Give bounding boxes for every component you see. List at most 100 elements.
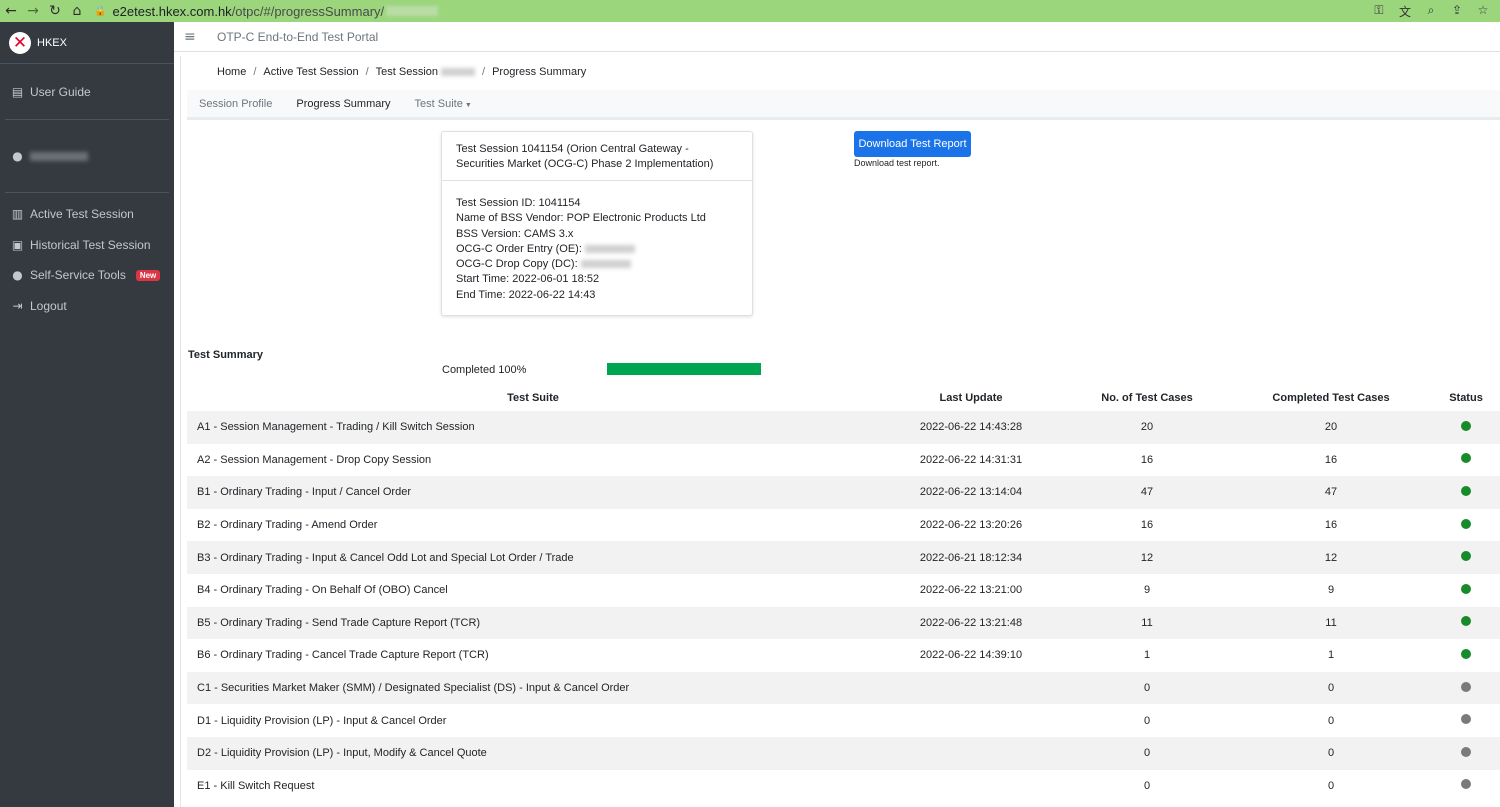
- completed-cell: 12: [1231, 541, 1431, 574]
- test-cases-cell: 20: [1063, 411, 1231, 444]
- lock-icon: 🔒: [94, 5, 107, 17]
- pdf-file-icon: ▤: [11, 84, 24, 99]
- sidebar-item-historical-test-session[interactable]: ▣ Historical Test Session: [0, 230, 174, 261]
- test-cases-cell: 9: [1143, 584, 1151, 597]
- status-cell: [1431, 639, 1500, 672]
- user-name-redacted: [30, 151, 88, 161]
- url-host: e2etest.hkex.com.hk: [112, 3, 232, 19]
- status-cell: [1431, 476, 1500, 509]
- sidebar-item-self-service-tools[interactable]: ● Self-Service Tools New: [0, 260, 174, 291]
- reload-icon[interactable]: ↻: [44, 0, 66, 22]
- breadcrumb: Home / Active Test Session / Test Sessio…: [217, 66, 586, 78]
- sidebar: ✕ HKEX ▤ User Guide ● ▥ Active Test Sess…: [0, 22, 174, 807]
- brand[interactable]: ✕ HKEX: [0, 22, 174, 64]
- sidebar-item-active-test-session[interactable]: ▥ Active Test Session: [0, 199, 174, 230]
- completed-cell: 0: [1327, 779, 1335, 792]
- table-row[interactable]: A1 - Session Management - Trading / Kill…: [187, 411, 1500, 444]
- last-update-cell: 2022-06-22 13:20:26: [919, 519, 1023, 532]
- url-redacted: [386, 6, 439, 16]
- suite-cell[interactable]: B5 - Ordinary Trading - Send Trade Captu…: [187, 606, 879, 640]
- tab-test-suite-label: Test Suite: [414, 97, 463, 110]
- test-cases-cell: 16: [1140, 519, 1154, 532]
- breadcrumb-active-test-session[interactable]: Active Test Session: [263, 66, 358, 78]
- tab-progress-summary[interactable]: Progress Summary: [284, 98, 402, 110]
- sidebar-item-label: Historical Test Session: [30, 237, 151, 252]
- suite-cell[interactable]: B1 - Ordinary Trading - Input / Cancel O…: [187, 476, 879, 509]
- last-update-cell: 2022-06-22 14:31:31: [919, 453, 1023, 466]
- table-row[interactable]: B1 - Ordinary Trading - Input / Cancel O…: [187, 476, 1500, 509]
- forward-icon[interactable]: →: [22, 0, 44, 22]
- suite-cell[interactable]: C1 - Securities Market Maker (SMM) / Des…: [187, 671, 879, 705]
- breadcrumb-test-session[interactable]: Test Session: [376, 66, 438, 78]
- status-cell: [1431, 509, 1500, 542]
- suite-cell[interactable]: B6 - Ordinary Trading - Cancel Trade Cap…: [187, 639, 879, 672]
- suite-cell[interactable]: B2 - Ordinary Trading - Amend Order: [187, 509, 879, 542]
- sidebar-user[interactable]: ●: [0, 120, 174, 192]
- portal-title: OTP-C End-to-End Test Portal: [217, 29, 379, 44]
- sidebar-item-user-guide[interactable]: ▤ User Guide: [0, 64, 174, 119]
- completed-cell: 20: [1231, 411, 1431, 444]
- table-row[interactable]: C1 - Securities Market Maker (SMM) / Des…: [187, 671, 1500, 705]
- session-card-header: Test Session 1041154 (Orion Central Gate…: [442, 132, 752, 181]
- hkex-logo-icon: ✕: [9, 31, 31, 54]
- test-summary-table: Test Suite Last Update No. of Test Cases…: [187, 384, 1500, 802]
- test-cases-cell: 0: [1143, 714, 1151, 727]
- address-bar[interactable]: 🔒 e2etest.hkex.com.hk /otpc/#/progressSu…: [94, 2, 1370, 20]
- session-card-body: Test Session ID: 1041154 Name of BSS Ven…: [442, 181, 752, 318]
- drop-copy-label: OCG-C Drop Copy (DC):: [456, 258, 578, 271]
- tab-session-profile[interactable]: Session Profile: [187, 98, 284, 110]
- translate-icon[interactable]: 文: [1396, 3, 1414, 20]
- status-cell: [1431, 541, 1500, 574]
- table-row[interactable]: B3 - Ordinary Trading - Input & Cancel O…: [187, 541, 1500, 574]
- status-cell: [1431, 574, 1500, 607]
- table-row[interactable]: E1 - Kill Switch Request 0 0: [187, 770, 1500, 803]
- status-cell: [1431, 411, 1500, 444]
- sidebar-item-label: Self-Service Tools: [30, 268, 126, 283]
- browser-toolbar: ← → ↻ ⌂ 🔒 e2etest.hkex.com.hk /otpc/#/pr…: [0, 0, 1500, 22]
- hamburger-menu-icon[interactable]: ≡: [184, 29, 200, 45]
- test-cases-cell: 0: [1063, 736, 1231, 770]
- suite-cell[interactable]: D1 - Liquidity Provision (LP) - Input & …: [187, 704, 879, 737]
- status-cell: [1431, 736, 1500, 770]
- status-dot-icon: [1461, 746, 1471, 757]
- progress-bar: [607, 363, 761, 375]
- table-row[interactable]: B6 - Ordinary Trading - Cancel Trade Cap…: [187, 639, 1500, 672]
- status-cell: [1431, 770, 1500, 803]
- status-cell: [1431, 444, 1500, 477]
- share-icon[interactable]: ⇪: [1448, 3, 1466, 20]
- completed-label: Completed 100%: [442, 364, 527, 376]
- table-row[interactable]: B4 - Ordinary Trading - On Behalf Of (OB…: [187, 574, 1500, 607]
- bookmark-star-icon[interactable]: ☆: [1474, 3, 1492, 20]
- suite-cell[interactable]: A2 - Session Management - Drop Copy Sess…: [187, 444, 879, 477]
- order-entry-row: OCG-C Order Entry (OE):: [456, 242, 738, 257]
- table-row[interactable]: B2 - Ordinary Trading - Amend Order 2022-…: [187, 509, 1500, 542]
- table-row[interactable]: B5 - Ordinary Trading - Send Trade Captu…: [187, 606, 1500, 640]
- user-cog-icon: ●: [12, 268, 23, 283]
- tab-test-suite[interactable]: Test Suite ▼: [403, 98, 484, 110]
- sidebar-item-label: User Guide: [30, 84, 91, 99]
- zoom-icon[interactable]: ⌕: [1422, 3, 1440, 20]
- suite-cell[interactable]: E1 - Kill Switch Request: [187, 770, 879, 803]
- start-time: Start Time: 2022-06-01 18:52: [456, 273, 600, 286]
- download-test-report-button[interactable]: Download Test Report: [854, 131, 971, 157]
- breadcrumb-home[interactable]: Home: [217, 66, 246, 78]
- sidebar-item-logout[interactable]: ⇥ Logout: [0, 291, 174, 322]
- test-cases-cell: 1: [1143, 649, 1151, 662]
- back-icon[interactable]: ←: [0, 0, 22, 22]
- suite-cell[interactable]: A1 - Session Management - Trading / Kill…: [187, 411, 879, 444]
- col-test-cases: No. of Test Cases: [1101, 391, 1193, 404]
- suite-cell[interactable]: B4 - Ordinary Trading - On Behalf Of (OB…: [187, 574, 879, 607]
- suite-cell[interactable]: D2 - Liquidity Provision (LP) - Input, M…: [187, 736, 879, 770]
- table-row[interactable]: D1 - Liquidity Provision (LP) - Input & …: [187, 704, 1500, 737]
- user-icon: ●: [12, 149, 23, 163]
- test-cases-cell: 11: [1063, 606, 1231, 640]
- download-note: Download test report.: [854, 158, 940, 168]
- key-icon[interactable]: ⚿: [1370, 3, 1388, 20]
- home-icon[interactable]: ⌂: [66, 0, 88, 22]
- drop-copy-redacted: [580, 260, 631, 269]
- table-row[interactable]: A2 - Session Management - Drop Copy Sess…: [187, 444, 1500, 477]
- bss-vendor: Name of BSS Vendor: POP Electronic Produ…: [456, 212, 706, 225]
- completed-cell: 1: [1327, 649, 1335, 662]
- suite-cell[interactable]: B3 - Ordinary Trading - Input & Cancel O…: [187, 541, 879, 574]
- table-row[interactable]: D2 - Liquidity Provision (LP) - Input, M…: [187, 736, 1500, 770]
